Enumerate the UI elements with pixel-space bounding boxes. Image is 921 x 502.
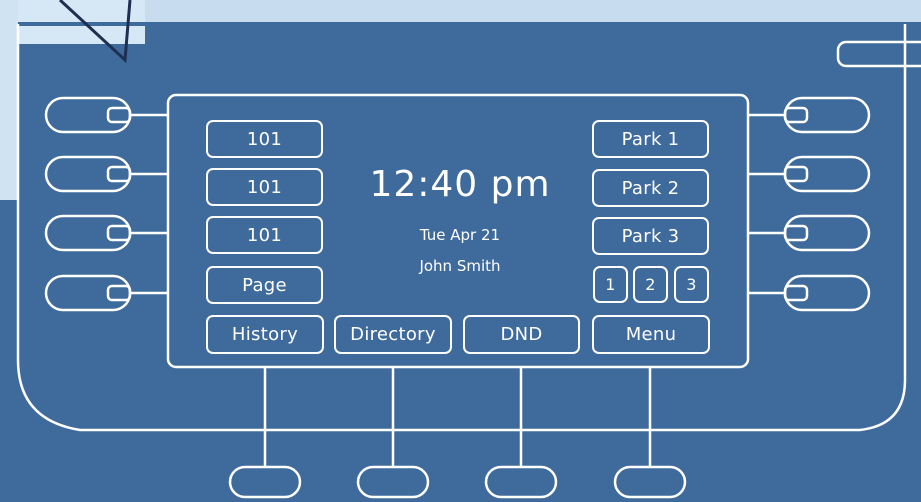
park-key-2-label: Park 2 [621, 177, 680, 199]
line-key-1-label: 101 [246, 128, 283, 150]
clock-time: 12:40 pm [369, 164, 551, 205]
directory-soft-key-label: Directory [350, 324, 436, 345]
page-button-1-label: 1 [605, 275, 616, 294]
page-button-3[interactable]: 3 [674, 266, 709, 303]
line-key-2[interactable]: 101 [206, 168, 323, 206]
user-name: John Smith [419, 257, 501, 275]
dnd-soft-key[interactable]: DND [463, 315, 580, 354]
page-button-3-label: 3 [686, 275, 697, 294]
park-key-1-label: Park 1 [621, 128, 680, 150]
line-key-3-label: 101 [246, 224, 283, 246]
right-side-keys [748, 96, 871, 312]
page-key-label: Page [242, 274, 287, 296]
park-key-3-label: Park 3 [621, 225, 680, 247]
date-display: Tue Apr 21 [419, 226, 501, 244]
page-button-1[interactable]: 1 [593, 266, 628, 303]
park-key-2[interactable]: Park 2 [592, 169, 709, 207]
menu-soft-key-label: Menu [625, 324, 677, 345]
dnd-soft-key-label: DND [500, 324, 543, 345]
park-key-1[interactable]: Park 1 [592, 120, 709, 158]
page-key[interactable]: Page [206, 266, 323, 304]
page-button-2-label: 2 [645, 275, 656, 294]
message-indicator-slot [836, 40, 921, 68]
bottom-soft-key-buttons [228, 367, 687, 499]
history-soft-key[interactable]: History [206, 315, 324, 354]
menu-soft-key[interactable]: Menu [592, 315, 710, 354]
line-key-2-label: 101 [246, 176, 283, 198]
line-key-1[interactable]: 101 [206, 120, 323, 158]
left-side-keys [44, 96, 168, 312]
left-accent-bar [0, 0, 18, 200]
directory-soft-key[interactable]: Directory [334, 315, 452, 354]
page-button-2[interactable]: 2 [633, 266, 668, 303]
history-soft-key-label: History [231, 324, 299, 345]
phone-body-illustration [0, 0, 921, 499]
park-key-3[interactable]: Park 3 [592, 217, 709, 255]
line-key-3[interactable]: 101 [206, 216, 323, 254]
